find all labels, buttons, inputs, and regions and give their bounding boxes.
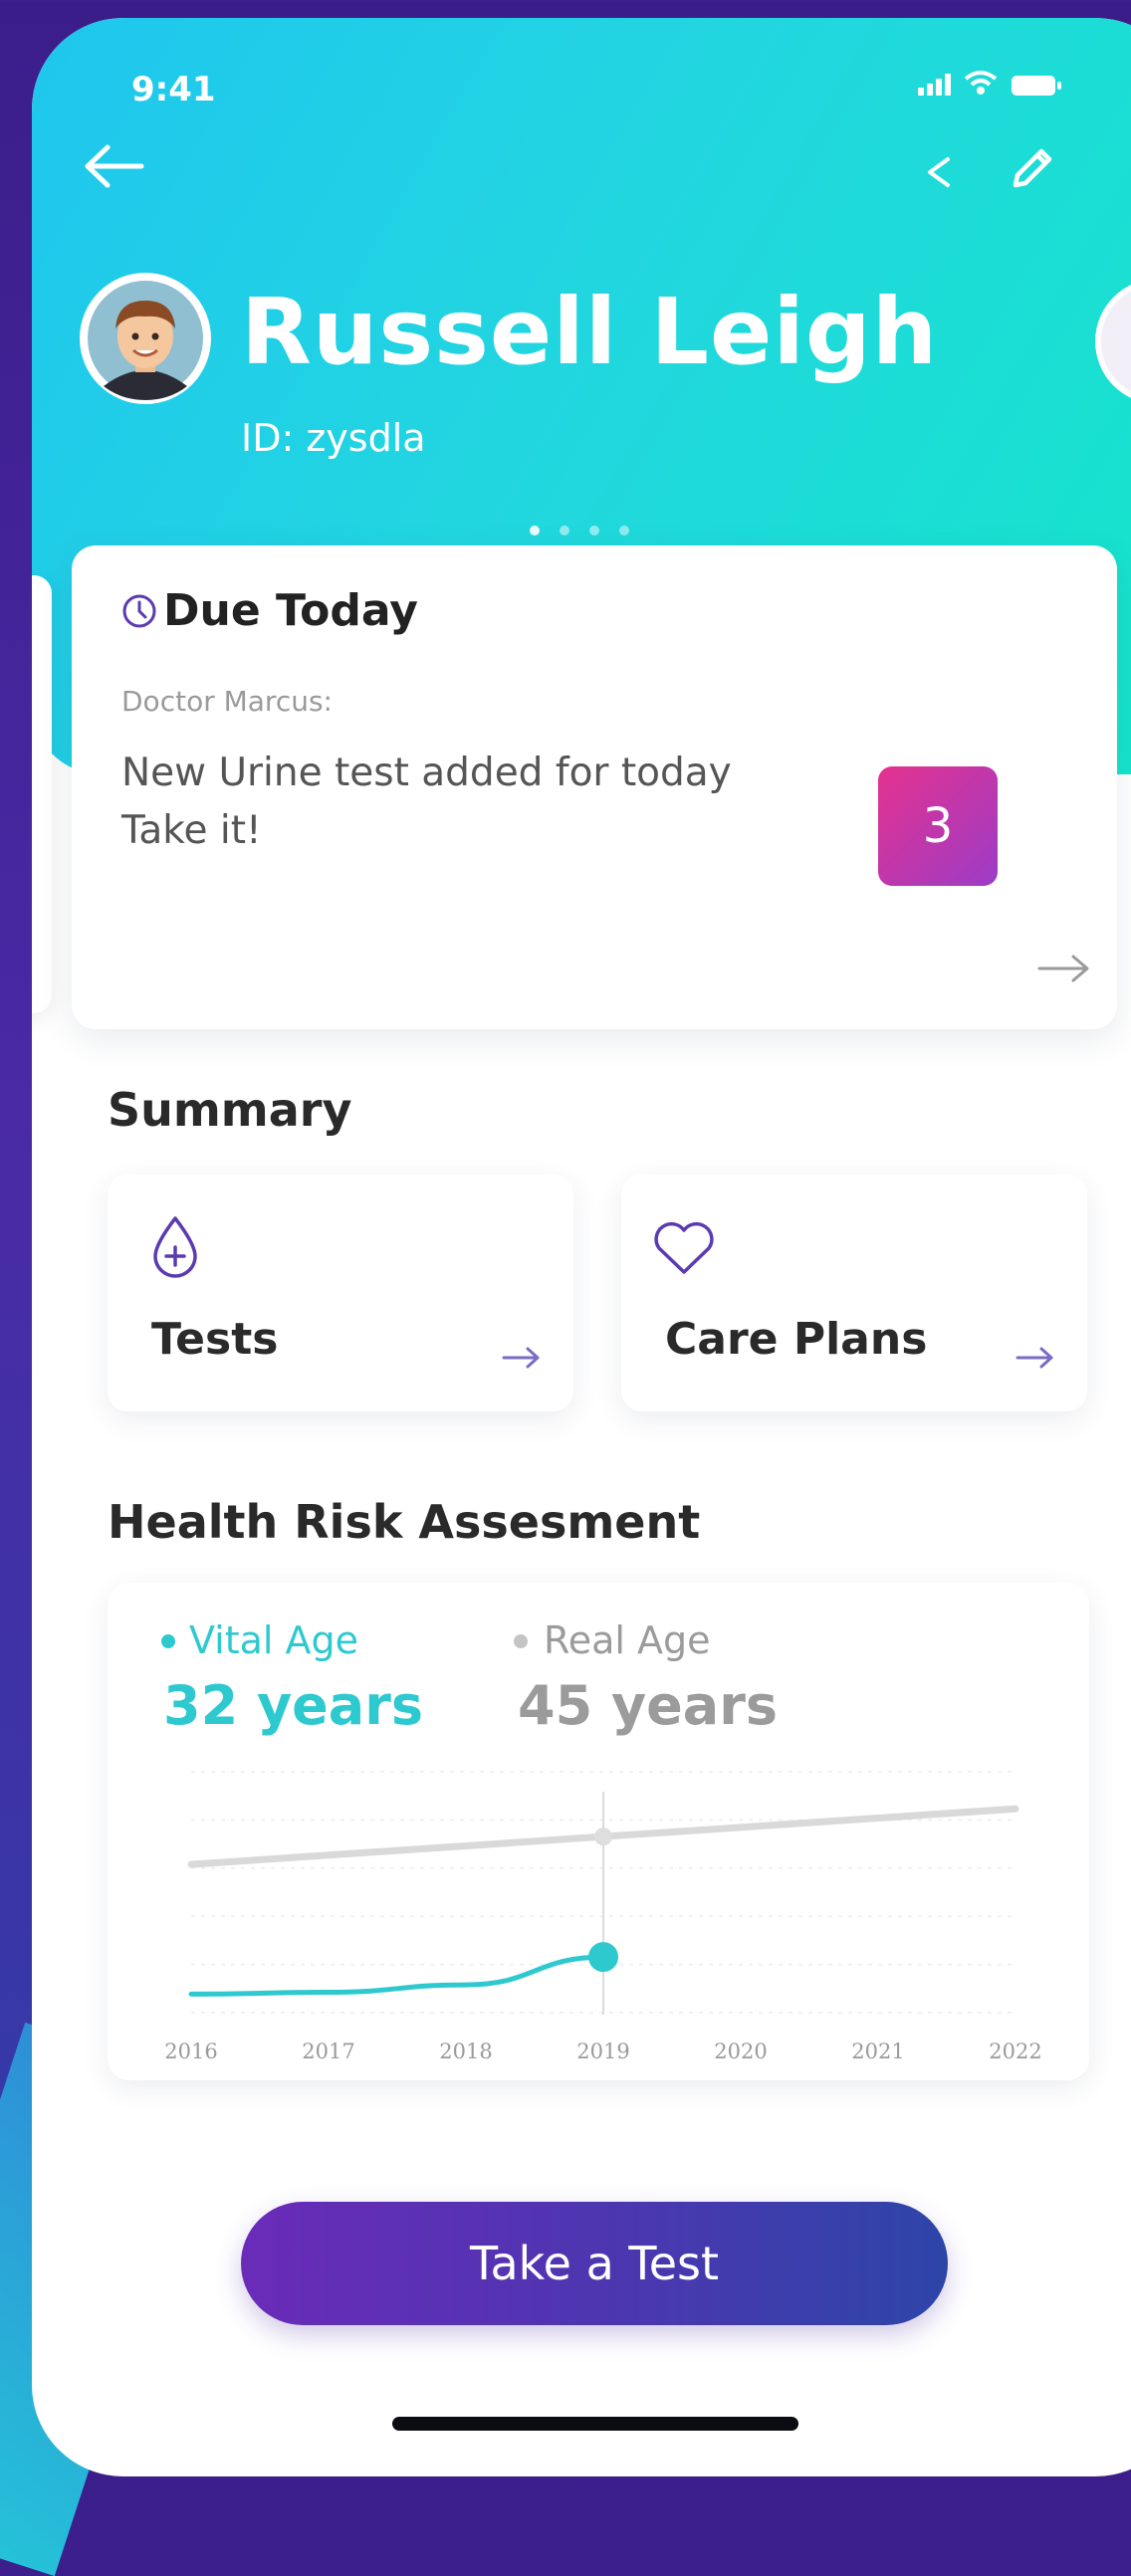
patient-id: ID: zysdla (241, 416, 426, 460)
x-tick-label: 2017 (302, 2039, 354, 2063)
heart-icon (651, 1218, 717, 1280)
due-today-card[interactable]: Due Today Doctor Marcus: New Urine test … (72, 545, 1117, 1029)
x-tick-label: 2019 (576, 2039, 629, 2063)
health-risk-card: Vital Age 32 years Real Age 45 years 201… (108, 1583, 1089, 2080)
battery-icon (1012, 74, 1061, 98)
summary-title: Summary (108, 1083, 352, 1137)
care-plans-card[interactable]: Care Plans (621, 1175, 1087, 1411)
arrow-right-icon (1016, 1346, 1055, 1374)
message-sender: Doctor Marcus: (121, 685, 333, 718)
message-line: New Urine test added for today (121, 751, 732, 795)
share-icon[interactable] (924, 155, 952, 189)
carousel-dot[interactable] (619, 526, 629, 536)
wifi-icon (964, 70, 998, 96)
vital-age-series (188, 1954, 606, 1997)
x-tick-label: 2021 (851, 2039, 904, 2063)
real-age-point (594, 1827, 612, 1846)
take-test-button[interactable]: Take a Test (241, 2202, 948, 2325)
tests-label: Tests (151, 1314, 279, 1365)
arrow-right-icon (502, 1346, 542, 1374)
x-tick-label: 2020 (714, 2039, 767, 2063)
vital-age-point (588, 1942, 618, 1973)
phone-screen: 9:41 Russell Leigh ID: zysdla Due Today … (32, 18, 1131, 2476)
carousel-dots (530, 526, 629, 536)
x-tick-label: 2018 (439, 2039, 492, 2063)
arrow-right-icon[interactable] (1037, 954, 1091, 987)
tests-card[interactable]: Tests (108, 1175, 573, 1411)
age-line-chart: 2016 2017 2018 2019 2020 2021 2022 (164, 1771, 1042, 2063)
clock-icon (121, 593, 157, 633)
patient-name: Russell Leigh (241, 279, 939, 385)
due-today-title: Due Today (163, 585, 418, 636)
signal-icon (918, 74, 952, 96)
x-tick-label: 2016 (164, 2039, 217, 2063)
message-line: Take it! (121, 808, 262, 853)
carousel-dot[interactable] (589, 526, 599, 536)
x-tick-label: 2022 (989, 2039, 1041, 2063)
message-body: New Urine test added for today Take it! (121, 745, 818, 860)
carousel-dot[interactable] (530, 526, 540, 536)
avatar[interactable] (80, 273, 211, 404)
status-time: 9:41 (131, 70, 216, 109)
carousel-dot[interactable] (560, 526, 569, 536)
count-badge: 3 (878, 766, 998, 886)
home-indicator (392, 2417, 798, 2431)
health-risk-title: Health Risk Assesment (108, 1495, 701, 1549)
edit-pencil-icon[interactable] (1004, 141, 1059, 197)
previous-card[interactable] (32, 575, 52, 1013)
back-arrow-icon[interactable] (82, 143, 145, 189)
blood-drop-plus-icon (151, 1214, 199, 1282)
care-plans-label: Care Plans (665, 1314, 928, 1365)
